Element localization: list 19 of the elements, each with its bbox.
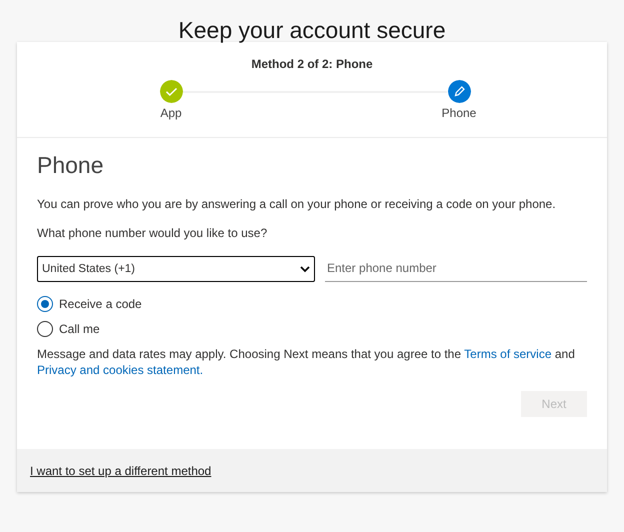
country-select[interactable]: United States (+1)	[37, 256, 315, 282]
step-label: App	[160, 106, 182, 120]
progress-title: Method 2 of 2: Phone	[250, 56, 374, 71]
description: You can prove who you are by answering a call on your phone or receiving a code on your phone.	[37, 197, 557, 211]
question: What phone number would you like to use?	[37, 226, 268, 240]
radio-option[interactable]: Receive a code	[37, 296, 142, 312]
section-title: Phone	[37, 152, 104, 179]
policy-link[interactable]: Terms of service	[464, 347, 552, 361]
step-label: Phone	[442, 106, 476, 120]
chevron-icon	[300, 266, 310, 272]
different-method-link[interactable]: I want to set up a different method	[30, 464, 212, 478]
policy-link[interactable]: Privacy and cookies statement.	[37, 363, 204, 377]
radio-button[interactable]	[37, 296, 53, 312]
notice-text: Message and data rates may apply. Choosing Next means that you agree to the Terms of service and Privacy and cookies statement.	[37, 346, 576, 378]
page-title: Keep your account secure	[177, 16, 447, 42]
radio-option[interactable]: Call me	[37, 321, 100, 337]
radio-button[interactable]	[37, 321, 53, 337]
pencil-icon	[448, 80, 470, 103]
check-icon	[160, 80, 182, 103]
